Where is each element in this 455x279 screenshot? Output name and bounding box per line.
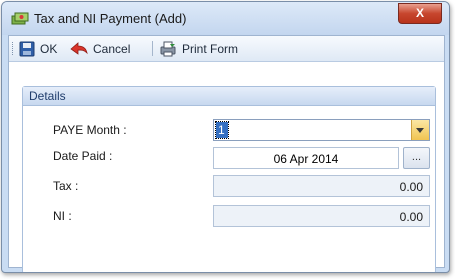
date-paid-label: Date Paid :	[53, 149, 113, 163]
ni-value: 0.00	[399, 210, 423, 224]
title-bar[interactable]: Tax and NI Payment (Add) X	[2, 2, 449, 35]
paye-month-value: 1	[215, 121, 229, 139]
chevron-down-icon[interactable]	[411, 120, 429, 140]
money-icon	[11, 12, 29, 25]
paye-month-label: PAYE Month :	[53, 123, 127, 137]
tax-label: Tax :	[53, 179, 79, 193]
toolbar-grip[interactable]	[12, 42, 15, 55]
paye-month-select[interactable]: 1	[213, 119, 430, 141]
print-form-button[interactable]: Print Form	[159, 39, 238, 58]
details-panel: Details PAYE Month : 1 Date Paid : 06 Ap…	[22, 86, 436, 272]
save-icon	[19, 41, 35, 56]
date-paid-value: 06 Apr 2014	[273, 152, 339, 166]
dialog-body: OK Cancel Print Form Details PAYE Month …	[8, 35, 445, 272]
cancel-button[interactable]: Cancel	[70, 39, 130, 58]
tax-field[interactable]: 0.00	[213, 175, 430, 197]
cancel-label: Cancel	[93, 41, 131, 56]
dialog-window: Tax and NI Payment (Add) X OK Cancel Pri…	[1, 1, 450, 273]
toolbar: OK Cancel Print Form	[9, 36, 444, 62]
date-paid-field[interactable]: 06 Apr 2014	[213, 147, 399, 169]
date-picker-button[interactable]: ...	[403, 147, 430, 169]
ok-label: OK	[40, 41, 58, 56]
ni-label: NI :	[53, 209, 72, 223]
toolbar-separator	[152, 41, 153, 56]
details-header: Details	[23, 87, 435, 106]
print-icon	[160, 41, 176, 56]
window-title: Tax and NI Payment (Add)	[34, 11, 187, 26]
details-title: Details	[29, 89, 66, 103]
ok-button[interactable]: OK	[19, 39, 57, 58]
back-arrow-icon	[70, 41, 88, 55]
close-button[interactable]: X	[398, 3, 442, 24]
tax-value: 0.00	[399, 180, 423, 194]
ni-field[interactable]: 0.00	[213, 205, 430, 227]
print-form-label: Print Form	[182, 41, 239, 56]
